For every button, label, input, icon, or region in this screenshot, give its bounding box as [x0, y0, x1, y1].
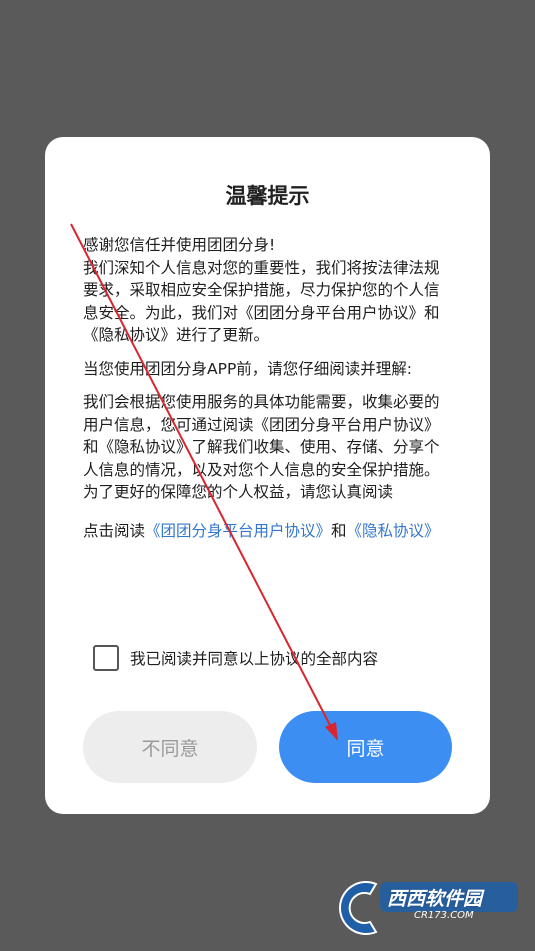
accept-button[interactable]: 同意 — [279, 711, 452, 783]
read-links-text: 点击阅读《团团分身平台用户协议》和《隐私协议》 — [83, 520, 453, 543]
watermark-logo: 西西软件园 CR173.COM — [330, 872, 530, 944]
read-prefix: 点击阅读 — [83, 521, 146, 540]
agree-checkbox[interactable] — [93, 645, 119, 671]
intro-text: 我们深知个人信息对您的重要性，我们将按法律法规要求，采取相应安全保护措施，尽力保… — [83, 258, 440, 345]
agree-checkbox-label[interactable]: 我已阅读并同意以上协议的全部内容 — [130, 647, 378, 669]
before-use-text: 当您使用团团分身APP前，请您仔细阅读并理解: — [83, 359, 413, 378]
user-agreement-link[interactable]: 《团团分身平台用户协议》 — [145, 522, 331, 540]
dialog-title: 温馨提示 — [225, 184, 310, 208]
collection-text: 我们会根据您使用服务的具体功能需要，收集必要的用户信息，您可通过阅读《团团分身平… — [83, 393, 440, 479]
decline-button[interactable]: 不同意 — [83, 711, 257, 783]
privacy-agreement-link[interactable]: 《隐私协议》 — [347, 522, 440, 540]
greeting-text: 感谢您信任并使用团团分身! — [83, 236, 276, 254]
watermark-brand: 西西软件园 — [387, 888, 483, 910]
privacy-dialog: 温馨提示 感谢您信任并使用团团分身! 我们深知个人信息对您的重要性，我们将按法律… — [45, 137, 490, 814]
agree-row[interactable]: 我已阅读并同意以上协议的全部内容 — [93, 644, 453, 672]
read-conjunction: 和 — [331, 521, 347, 540]
rights-text: 为了更好的保障您的个人权益，请您认真阅读 — [83, 483, 394, 501]
watermark-domain: CR173.COM — [414, 910, 474, 921]
dialog-body: 感谢您信任并使用团团分身! 我们深知个人信息对您的重要性，我们将按法律法规要求，… — [83, 234, 453, 542]
